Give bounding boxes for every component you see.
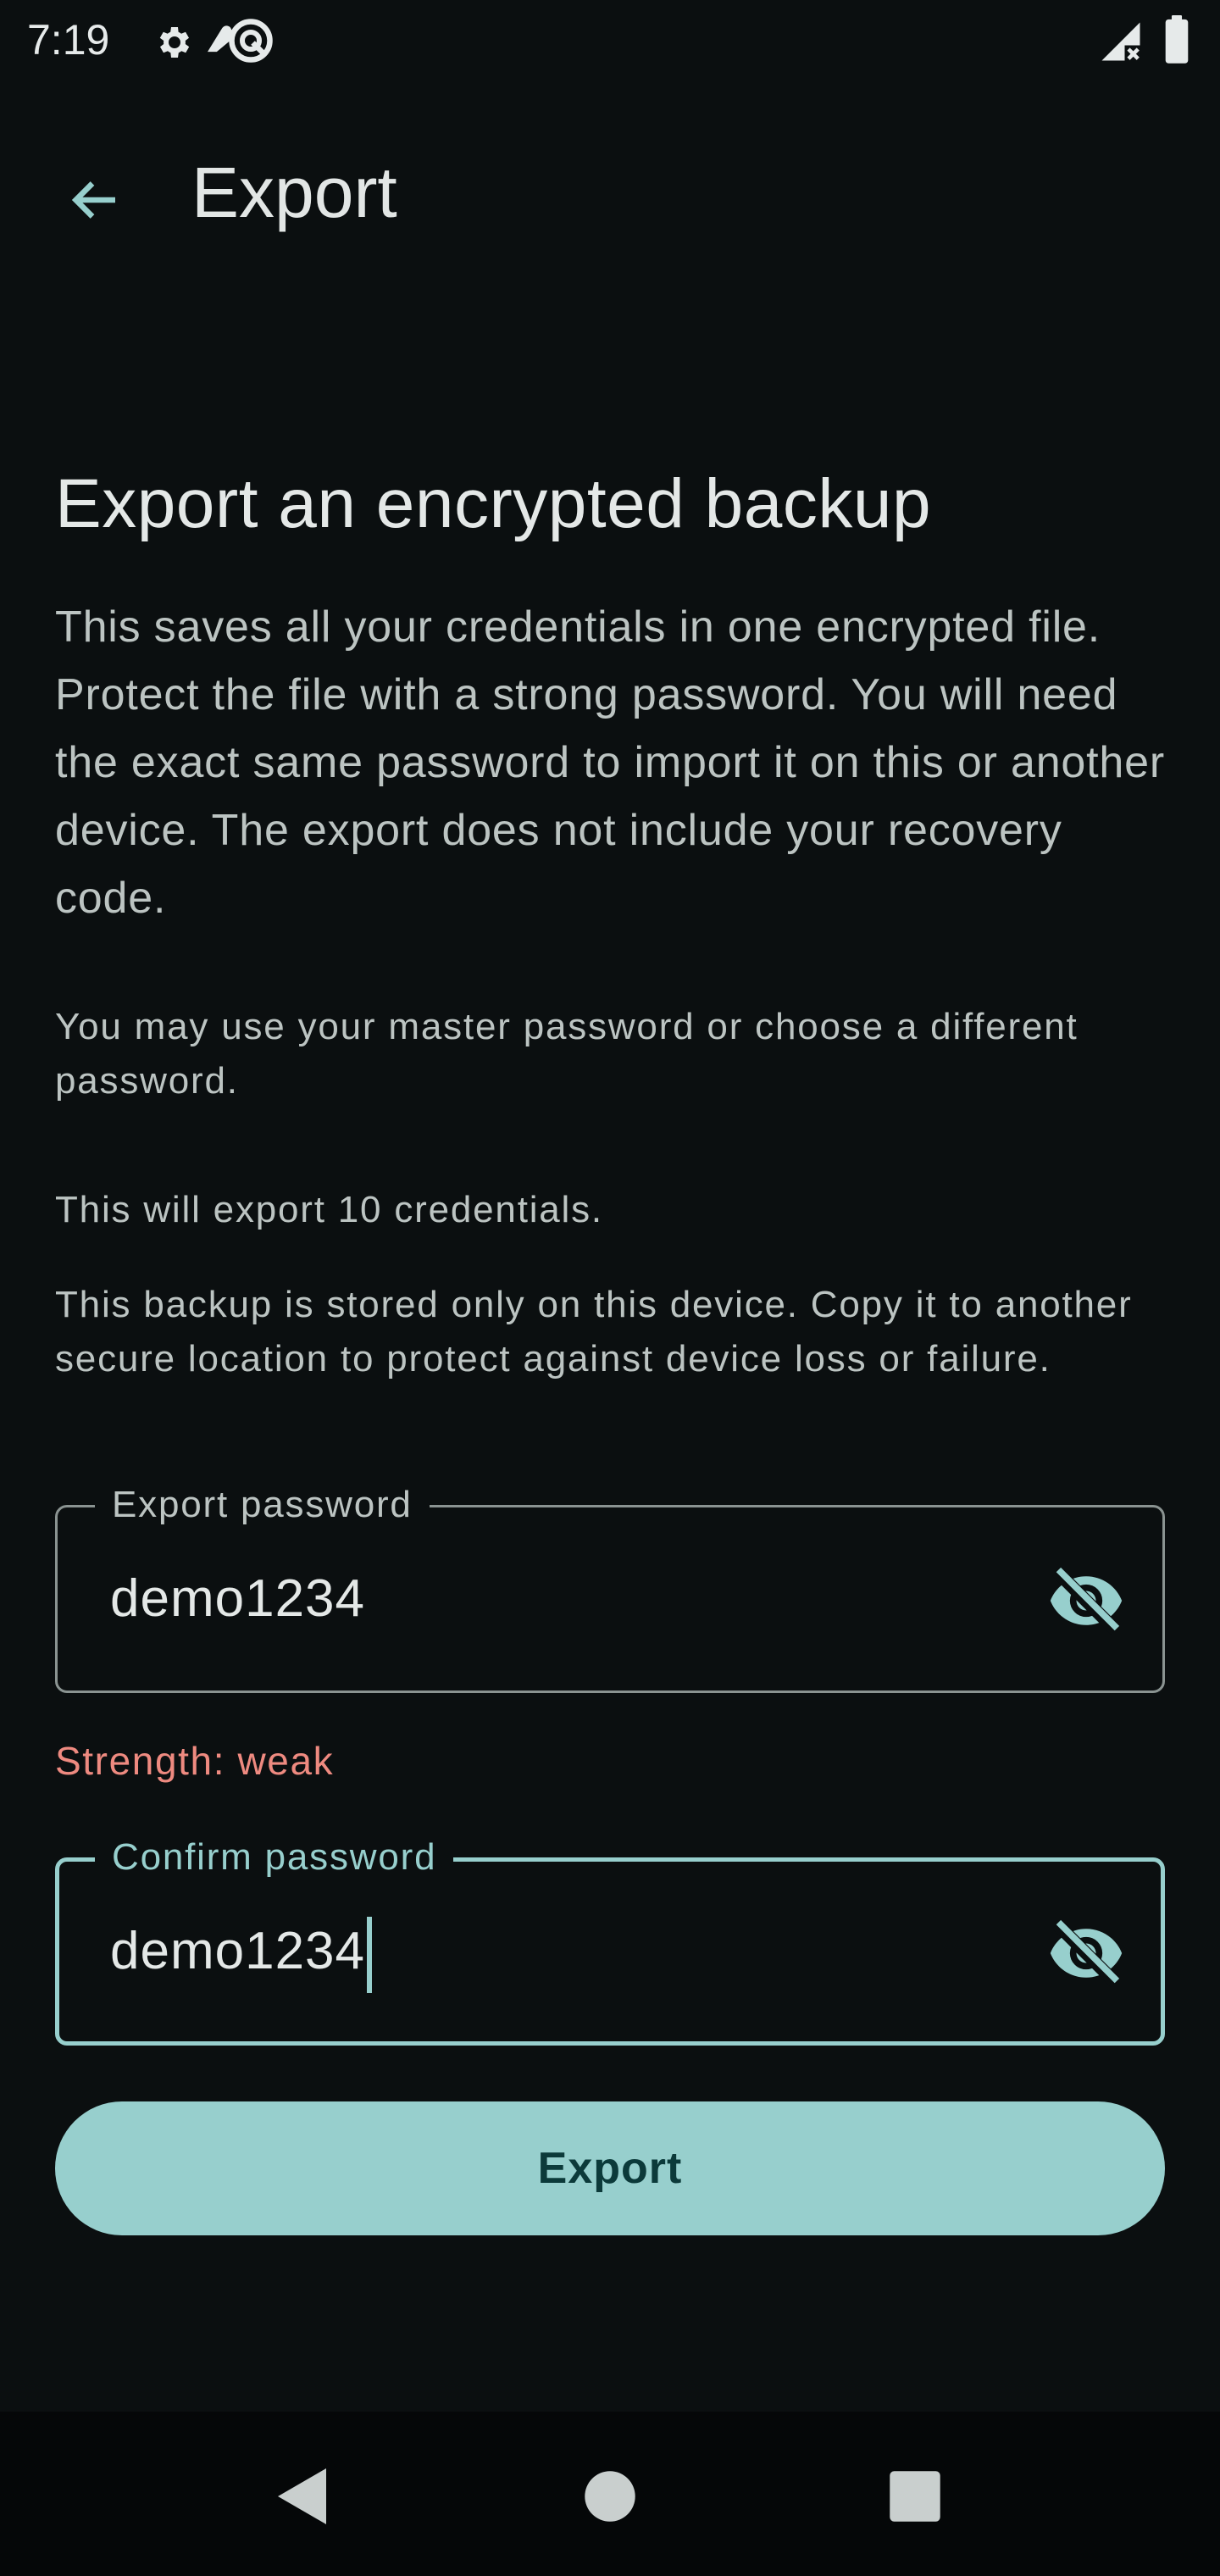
confirm-password-value: demo1234: [110, 1922, 366, 1980]
confirm-password-label: Confirm password: [95, 1831, 454, 1884]
circle-slash-icon: [229, 19, 273, 63]
nav-back-icon: [278, 2468, 326, 2524]
visibility-off-icon: [1050, 1919, 1123, 1987]
nav-back-button[interactable]: [252, 2446, 354, 2547]
app-bar: Export: [0, 110, 1220, 271]
status-bar: 7:19: [0, 0, 1220, 81]
storage-note: This backup is stored only on this devic…: [55, 1284, 1133, 1380]
nav-home-button[interactable]: [559, 2446, 661, 2547]
arrow-back-icon: [71, 181, 115, 219]
confirm-password-visibility-toggle[interactable]: [1044, 1911, 1128, 1996]
export-description: Export an encrypted backup This saves al…: [55, 458, 1165, 1380]
settings-gear-icon: [159, 27, 190, 58]
nav-recents-button[interactable]: [864, 2446, 966, 2547]
export-password-input[interactable]: demo1234: [110, 1558, 365, 1640]
master-password-note: You may use your master password or choo…: [55, 1006, 1079, 1102]
visibility-off-icon: [1050, 1567, 1123, 1635]
back-button[interactable]: [44, 149, 146, 251]
section-heading: Export an encrypted backup: [55, 465, 932, 542]
page-title: Export: [191, 153, 397, 232]
export-button[interactable]: Export: [55, 2101, 1165, 2235]
nav-home-icon: [585, 2471, 635, 2522]
confirm-password-input[interactable]: demo1234: [110, 1911, 373, 1993]
text-caret: [367, 1916, 373, 1993]
export-password-field[interactable]: Export password demo1234: [55, 1479, 1165, 1693]
signal-no-service-icon: [1101, 22, 1140, 61]
confirm-password-field[interactable]: Confirm password demo1234: [55, 1831, 1165, 2046]
intro-text: This saves all your credentials in one e…: [55, 602, 1165, 923]
status-time: 7:19: [27, 16, 110, 64]
password-strength-text: Strength: weak: [55, 1739, 335, 1783]
nav-recents-icon: [890, 2471, 940, 2522]
export-password-label: Export password: [95, 1479, 430, 1531]
battery-full-icon: [1165, 15, 1189, 64]
export-password-visibility-toggle[interactable]: [1044, 1558, 1128, 1643]
credential-count-note: This will export 10 credentials.: [55, 1189, 603, 1230]
system-navigation-bar: [0, 2412, 1220, 2576]
